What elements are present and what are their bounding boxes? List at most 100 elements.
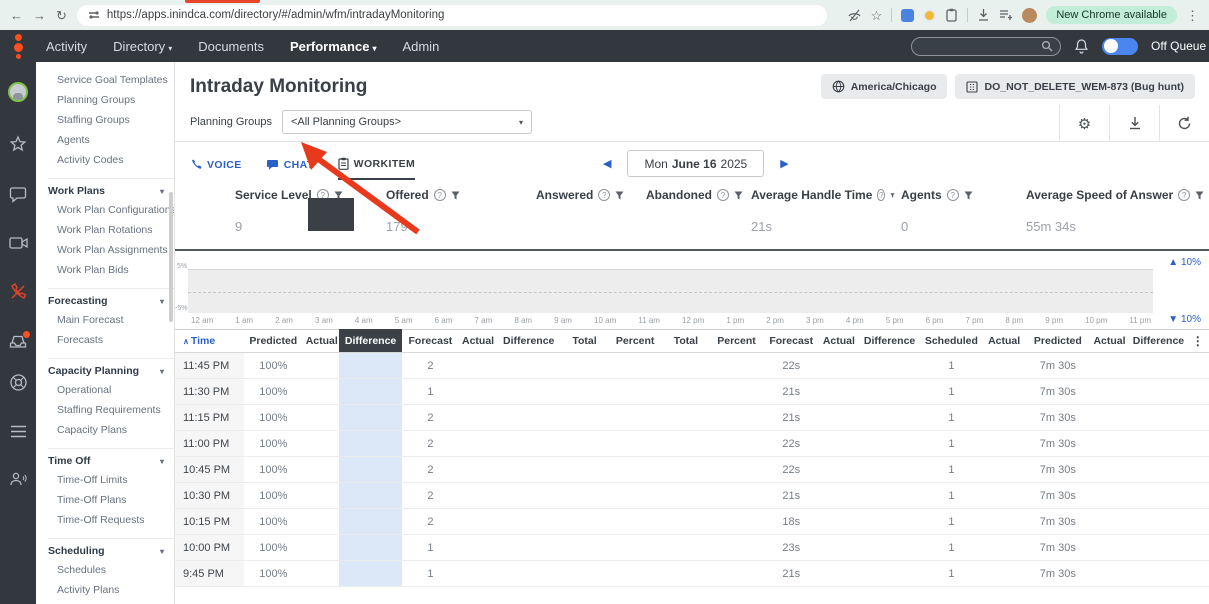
sidebar-section-scheduling[interactable]: Scheduling ▾: [48, 538, 174, 557]
sidebar-item-capacity-plans[interactable]: Capacity Plans: [48, 420, 174, 440]
column-header-actual-5[interactable]: Actual: [458, 329, 498, 353]
forward-button[interactable]: →: [33, 9, 46, 22]
table-row[interactable]: 11:45 PM 100% 2 22s 1 7m 30s: [175, 352, 1209, 379]
sidebar-item-shift-trades[interactable]: Shift Trades: [48, 600, 174, 604]
timezone-button[interactable]: America/Chicago: [820, 74, 948, 99]
user-avatar[interactable]: [8, 82, 28, 102]
help-icon[interactable]: ?: [1178, 189, 1191, 201]
help-icon[interactable]: ?: [598, 189, 611, 201]
genesys-logo[interactable]: [0, 33, 36, 59]
next-day-arrow[interactable]: ▶: [780, 157, 788, 170]
password-eye-off-icon[interactable]: [847, 8, 862, 23]
column-header-predicted-16[interactable]: Predicted: [1026, 329, 1090, 353]
tab-chat[interactable]: CHAT: [266, 157, 314, 180]
column-header-total-7[interactable]: Total: [560, 329, 609, 353]
sidebar-item-work-plan-rotations[interactable]: Work Plan Rotations: [48, 220, 174, 240]
sidebar-item-work-plan-bids[interactable]: Work Plan Bids: [48, 260, 174, 280]
table-row[interactable]: 10:30 PM 100% 2 21s 1 7m 30s: [175, 482, 1209, 509]
reading-list-icon[interactable]: [999, 9, 1013, 21]
help-icon[interactable]: ?: [433, 189, 446, 201]
column-header-percent-8[interactable]: Percent: [608, 329, 662, 353]
sidebar-item-schedules[interactable]: Schedules: [48, 560, 174, 580]
column-header-actual-2[interactable]: Actual: [302, 329, 340, 353]
filter-funnel-icon[interactable]: [451, 191, 460, 200]
table-row[interactable]: 11:15 PM 100% 2 21s 1 7m 30s: [175, 404, 1209, 431]
nav-performance[interactable]: Performance ▾: [290, 39, 377, 54]
export-download-button[interactable]: [1109, 105, 1159, 142]
chat-icon[interactable]: [9, 186, 27, 203]
table-row[interactable]: 10:45 PM 100% 2 22s 1 7m 30s: [175, 456, 1209, 483]
business-unit-button[interactable]: DO_NOT_DELETE_WEM-873 (Bug hunt): [955, 74, 1195, 99]
favorites-star-icon[interactable]: [9, 135, 27, 153]
column-header-percent-10[interactable]: Percent: [710, 329, 763, 353]
column-header-forecast-11[interactable]: Forecast: [762, 329, 820, 353]
sidebar-item-time-off-requests[interactable]: Time-Off Requests: [48, 510, 174, 530]
sidebar-scrollbar[interactable]: [169, 192, 173, 322]
phone-disabled-icon[interactable]: [9, 283, 27, 301]
column-header-actual-17[interactable]: Actual: [1089, 329, 1130, 353]
help-icon[interactable]: ?: [717, 189, 729, 201]
sidebar-section-capacity-planning[interactable]: Capacity Planning ▾: [48, 358, 174, 377]
extension-icon[interactable]: [923, 8, 937, 22]
back-button[interactable]: ←: [10, 9, 23, 22]
table-row[interactable]: 10:00 PM 100% 1 23s 1 7m 30s: [175, 534, 1209, 561]
filter-funnel-icon[interactable]: [1195, 191, 1204, 200]
sidebar-item-staffing-groups[interactable]: Staffing Groups: [48, 110, 174, 130]
reload-button[interactable]: ↻: [56, 9, 67, 22]
notifications-bell-icon[interactable]: [1074, 38, 1089, 54]
sidebar-item-activity-plans[interactable]: Activity Plans: [48, 580, 174, 600]
person-audio-icon[interactable]: [9, 471, 27, 487]
bookmark-star-icon[interactable]: ☆: [871, 9, 883, 22]
sidebar-item-work-plan-configurations[interactable]: Work Plan Configurations: [48, 200, 174, 220]
table-row[interactable]: 10:15 PM 100% 2 18s 1 7m 30s: [175, 508, 1209, 535]
filter-funnel-icon[interactable]: [964, 191, 973, 200]
filter-funnel-icon[interactable]: [615, 191, 624, 200]
column-header-difference-6[interactable]: Difference: [497, 329, 561, 353]
chart-zoom-up-button[interactable]: ▲ 10%: [1168, 257, 1201, 268]
clipboard-extension-icon[interactable]: [945, 8, 958, 22]
settings-gear-button[interactable]: ⚙: [1059, 105, 1109, 142]
sidebar-section-forecasting[interactable]: Forecasting ▾: [48, 288, 174, 307]
column-header-scheduled-14[interactable]: Scheduled: [921, 329, 982, 353]
list-menu-icon[interactable]: [10, 425, 27, 438]
site-info-icon[interactable]: [88, 9, 100, 21]
sidebar-item-agents[interactable]: Agents: [48, 130, 174, 150]
table-row[interactable]: 11:00 PM 100% 2 22s 1 7m 30s: [175, 430, 1209, 457]
sidebar-item-work-plan-assignments[interactable]: Work Plan Assignments: [48, 240, 174, 260]
nav-directory[interactable]: Directory ▾: [113, 39, 172, 54]
global-search-input[interactable]: [911, 36, 1061, 56]
column-header-actual-12[interactable]: Actual: [819, 329, 859, 353]
sidebar-section-work-plans[interactable]: Work Plans ▾: [48, 178, 174, 197]
tab-voice[interactable]: VOICE: [190, 157, 242, 180]
sidebar-section-time-off[interactable]: Time Off ▾: [48, 448, 174, 467]
sidebar-item-forecasts[interactable]: Forecasts: [48, 330, 174, 350]
previous-day-arrow[interactable]: ◀: [603, 157, 611, 170]
sidebar-item-staffing-requirements[interactable]: Staffing Requirements: [48, 400, 174, 420]
nav-documents[interactable]: Documents: [198, 39, 264, 54]
planning-groups-select[interactable]: <All Planning Groups> ▾: [281, 110, 532, 134]
queue-status-toggle[interactable]: [1102, 37, 1138, 55]
refresh-button[interactable]: [1159, 105, 1209, 142]
column-header-predicted-1[interactable]: Predicted: [243, 329, 303, 353]
sidebar-item-time-off-limits[interactable]: Time-Off Limits: [48, 470, 174, 490]
profile-avatar[interactable]: [1022, 7, 1038, 23]
sidebar-item-planning-groups[interactable]: Planning Groups: [48, 90, 174, 110]
nav-admin[interactable]: Admin: [402, 39, 439, 54]
column-header-difference-18[interactable]: Difference: [1129, 329, 1187, 353]
column-header-actual-15[interactable]: Actual: [981, 329, 1027, 353]
help-icon[interactable]: ?: [946, 189, 959, 201]
column-header-time[interactable]: ∧ Time: [175, 329, 244, 353]
chrome-menu-icon[interactable]: ⋮: [1186, 9, 1199, 22]
filter-funnel-icon[interactable]: [734, 191, 743, 200]
table-menu-kebab[interactable]: ⋮: [1186, 329, 1209, 353]
address-bar[interactable]: https://apps.inindca.com/directory/#/adm…: [76, 4, 827, 26]
inbox-icon[interactable]: [9, 331, 30, 349]
sidebar-item-main-forecast[interactable]: Main Forecast: [48, 310, 174, 330]
sidebar-item-time-off-plans[interactable]: Time-Off Plans: [48, 490, 174, 510]
table-row[interactable]: 11:30 PM 100% 1 21s 1 7m 30s: [175, 378, 1209, 405]
column-header-difference-3[interactable]: Difference: [339, 329, 403, 353]
extension-icon[interactable]: [901, 8, 915, 22]
help-circle-icon[interactable]: [9, 373, 28, 392]
date-picker-button[interactable]: Mon June 16 2025: [627, 150, 765, 177]
download-icon[interactable]: [977, 8, 990, 22]
